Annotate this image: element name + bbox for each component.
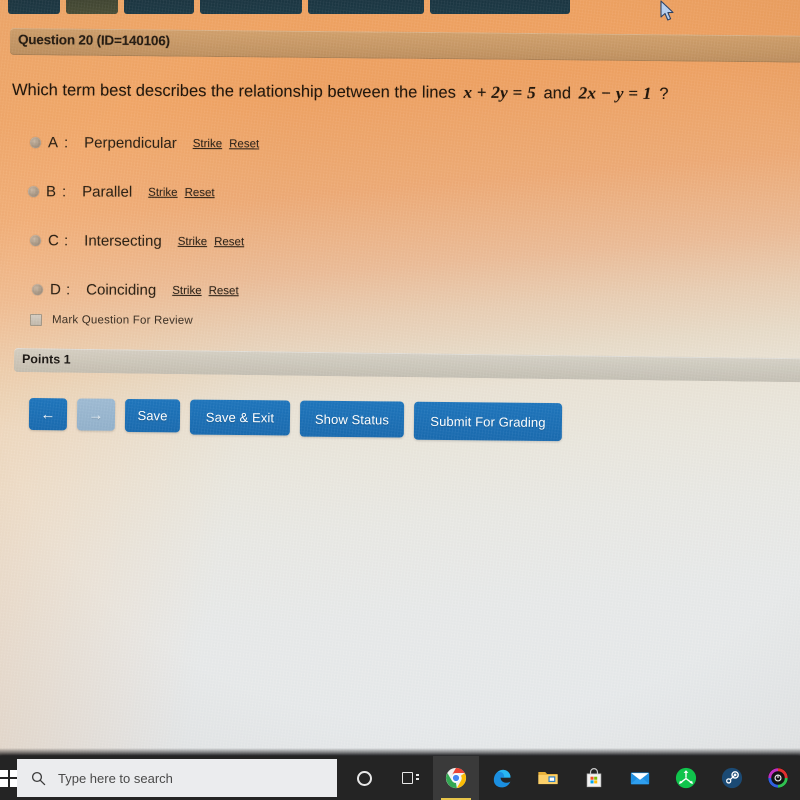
equation-one: x + 2y = 5 <box>463 82 536 103</box>
folder-glyph-icon <box>538 772 558 785</box>
browser-tab-6[interactable] <box>430 0 570 14</box>
option-letter-c: C <box>47 232 59 250</box>
microsoft-store-icon[interactable] <box>571 756 617 800</box>
answer-option-c[interactable]: C : Intersecting Strike Reset <box>0 216 420 267</box>
option-letter-b: B <box>45 183 57 201</box>
option-actions-c: Strike Reset <box>178 235 245 247</box>
browser-tab-3[interactable] <box>124 0 194 14</box>
screenshot-root: Question 20 (ID=140106) Which term best … <box>0 0 800 800</box>
windows-taskbar: Type here to search <box>0 756 800 800</box>
equation-two: 2x − y = 1 <box>578 83 652 103</box>
mark-for-review-label: Mark Question For Review <box>51 314 193 327</box>
option-text-a: Perpendicular <box>84 134 177 152</box>
chrome-glyph-icon <box>445 767 467 789</box>
search-placeholder-text: Type here to search <box>58 770 173 786</box>
option-colon-b: : <box>61 183 67 201</box>
save-and-exit-button[interactable]: Save & Exit <box>189 399 291 436</box>
option-actions-d: Strike Reset <box>172 284 239 296</box>
teamviewer-glyph-icon <box>675 767 697 789</box>
answer-options-list: A : Perpendicular Strike Reset B : Paral… <box>0 118 420 314</box>
edge-icon[interactable] <box>479 756 525 800</box>
screen-bottom-edge <box>0 748 800 756</box>
prompt-lead-text: Which term best describes the relationsh… <box>11 81 456 102</box>
envelope-glyph-icon <box>630 772 650 785</box>
browser-tab-1[interactable] <box>8 0 60 14</box>
option-letter-a: A <box>47 134 59 152</box>
option-text-c: Intersecting <box>84 232 162 250</box>
strike-link-c[interactable]: Strike <box>178 235 207 247</box>
reset-link-d[interactable]: Reset <box>209 285 239 297</box>
browser-tab-4[interactable] <box>200 0 302 14</box>
strike-link-b[interactable]: Strike <box>148 186 177 198</box>
prompt-conjunction: and <box>543 84 572 103</box>
rainbow-app-icon[interactable] <box>755 756 800 800</box>
mark-for-review-checkbox[interactable] <box>29 314 43 327</box>
edge-glyph-icon <box>493 769 511 788</box>
answer-option-d[interactable]: D : Coinciding Strike Reset <box>0 265 420 316</box>
strike-link-d[interactable]: Strike <box>172 284 201 296</box>
option-text-b: Parallel <box>82 183 133 201</box>
task-view-glyph-icon <box>401 771 419 785</box>
option-colon-d: : <box>65 281 71 299</box>
answer-option-b[interactable]: B : Parallel Strike Reset <box>0 167 420 218</box>
browser-tab-5[interactable] <box>308 0 424 14</box>
previous-question-button[interactable]: ← <box>28 398 68 431</box>
mark-for-review-row[interactable]: Mark Question For Review <box>29 314 193 327</box>
start-button[interactable] <box>0 756 17 800</box>
cortana-icon[interactable] <box>341 756 387 800</box>
prompt-question-mark: ? <box>659 84 669 104</box>
rainbow-circle-glyph-icon <box>767 767 789 789</box>
option-colon-a: : <box>63 134 69 152</box>
mail-icon[interactable] <box>617 756 663 800</box>
radio-button-d[interactable] <box>31 284 44 296</box>
store-bag-glyph-icon <box>586 768 602 788</box>
task-view-icon[interactable] <box>387 756 433 800</box>
reset-link-b[interactable]: Reset <box>185 186 215 198</box>
browser-tab-2[interactable] <box>66 0 118 14</box>
cortana-ring-icon <box>356 770 372 786</box>
reset-link-c[interactable]: Reset <box>214 236 244 248</box>
browser-tab-strip[interactable] <box>0 0 800 18</box>
steam-icon[interactable] <box>709 756 755 800</box>
radio-button-a[interactable] <box>29 137 42 149</box>
teamviewer-icon[interactable] <box>663 756 709 800</box>
show-status-button[interactable]: Show Status <box>299 400 405 438</box>
reset-link-a[interactable]: Reset <box>229 138 259 150</box>
option-letter-d: D <box>49 281 61 299</box>
option-actions-b: Strike Reset <box>148 186 215 198</box>
option-text-d: Coinciding <box>86 281 157 299</box>
question-header-label: Question 20 (ID=140106) <box>17 32 170 49</box>
answer-option-a[interactable]: A : Perpendicular Strike Reset <box>0 118 420 169</box>
submit-for-grading-button[interactable]: Submit For Grading <box>413 401 563 442</box>
next-question-button[interactable]: → <box>76 398 116 431</box>
exam-action-buttons: ← → Save Save & Exit Show Status Submit … <box>28 398 563 442</box>
steam-glyph-icon <box>721 767 743 789</box>
windows-logo-icon <box>0 769 17 787</box>
points-label: Points 1 <box>21 352 71 367</box>
option-colon-c: : <box>63 232 69 250</box>
file-explorer-icon[interactable] <box>525 756 571 800</box>
taskbar-icon-group <box>337 756 800 800</box>
strike-link-a[interactable]: Strike <box>193 138 222 150</box>
chrome-icon[interactable] <box>433 756 479 800</box>
radio-button-b[interactable] <box>27 186 40 198</box>
option-actions-a: Strike Reset <box>193 138 260 150</box>
search-icon <box>31 771 46 786</box>
radio-button-c[interactable] <box>29 235 42 247</box>
save-button[interactable]: Save <box>124 398 181 433</box>
taskbar-search-box[interactable]: Type here to search <box>17 759 337 797</box>
